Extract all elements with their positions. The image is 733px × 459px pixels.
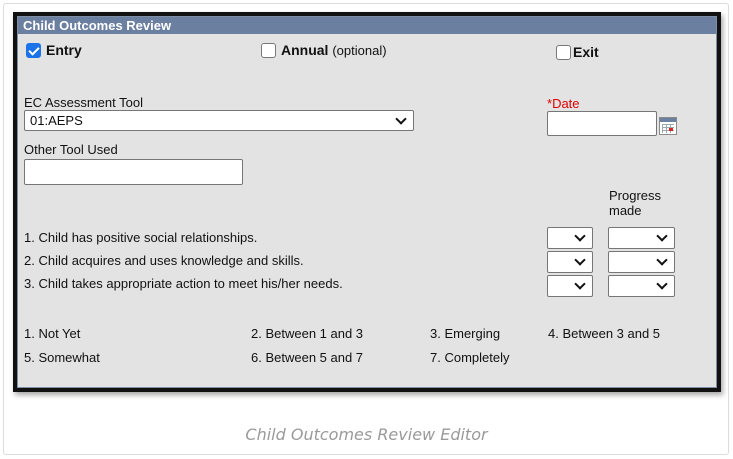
outcome-2-rating-select[interactable] — [547, 251, 593, 273]
child-outcomes-panel: Child Outcomes Review Entry Annual (opti… — [13, 12, 721, 392]
legend-item: 1. Not Yet — [24, 326, 81, 341]
exit-checkbox[interactable] — [556, 44, 571, 60]
outcome-2-progress-select[interactable] — [608, 251, 675, 273]
other-tool-label: Other Tool Used — [24, 142, 118, 157]
panel-body: Child Outcomes Review Entry Annual (opti… — [17, 16, 717, 388]
legend-item: 3. Emerging — [430, 326, 501, 341]
date-input[interactable] — [547, 111, 657, 136]
other-tool-input[interactable] — [24, 159, 243, 185]
legend-item: 7. Completely — [430, 350, 510, 365]
panel-title: Child Outcomes Review — [18, 17, 716, 34]
chevron-down-icon — [656, 254, 668, 266]
outcome-1-text: 1. Child has positive social relationshi… — [24, 230, 258, 245]
outcome-1-progress-select[interactable] — [608, 227, 675, 249]
annual-label: Annual — [281, 42, 329, 58]
assessment-tool-label: EC Assessment Tool — [24, 95, 143, 110]
annual-checkbox[interactable] — [261, 42, 276, 58]
outcome-1-rating-select[interactable] — [547, 227, 593, 249]
figure-card: Child Outcomes Review Entry Annual (opti… — [3, 3, 729, 455]
entry-option[interactable]: Entry — [26, 42, 82, 58]
assessment-tool-value: 01:AEPS — [30, 113, 83, 128]
outcome-3-rating-select[interactable] — [547, 275, 593, 297]
outcome-3-text: 3. Child takes appropriate action to mee… — [24, 276, 343, 291]
exit-option[interactable]: Exit — [556, 44, 599, 60]
entry-checkbox[interactable] — [26, 42, 41, 58]
annual-option[interactable]: Annual (optional) — [261, 42, 387, 58]
exit-label: Exit — [573, 44, 599, 60]
legend-item: 2. Between 1 and 3 — [251, 326, 364, 341]
figure-caption: Child Outcomes Review Editor — [245, 425, 488, 444]
chevron-down-icon — [574, 230, 586, 242]
legend-item: 5. Somewhat — [24, 350, 100, 365]
chevron-down-icon — [574, 278, 586, 290]
chevron-down-icon — [656, 230, 668, 242]
legend-item: 6. Between 5 and 7 — [251, 350, 364, 365]
annual-optional-note: (optional) — [332, 42, 387, 58]
chevron-down-icon — [395, 112, 407, 125]
outcome-2-text: 2. Child acquires and uses knowledge and… — [24, 253, 304, 268]
outcome-3-progress-select[interactable] — [608, 275, 675, 297]
entry-label: Entry — [46, 42, 82, 58]
chevron-down-icon — [574, 254, 586, 266]
legend-item: 4. Between 3 and 5 — [548, 326, 661, 341]
date-label-text: Date — [552, 96, 580, 111]
chevron-down-icon — [656, 278, 668, 290]
calendar-icon[interactable] — [659, 117, 677, 135]
assessment-tool-select[interactable]: 01:AEPS — [24, 110, 414, 131]
progress-made-header: Progress made — [609, 188, 662, 218]
